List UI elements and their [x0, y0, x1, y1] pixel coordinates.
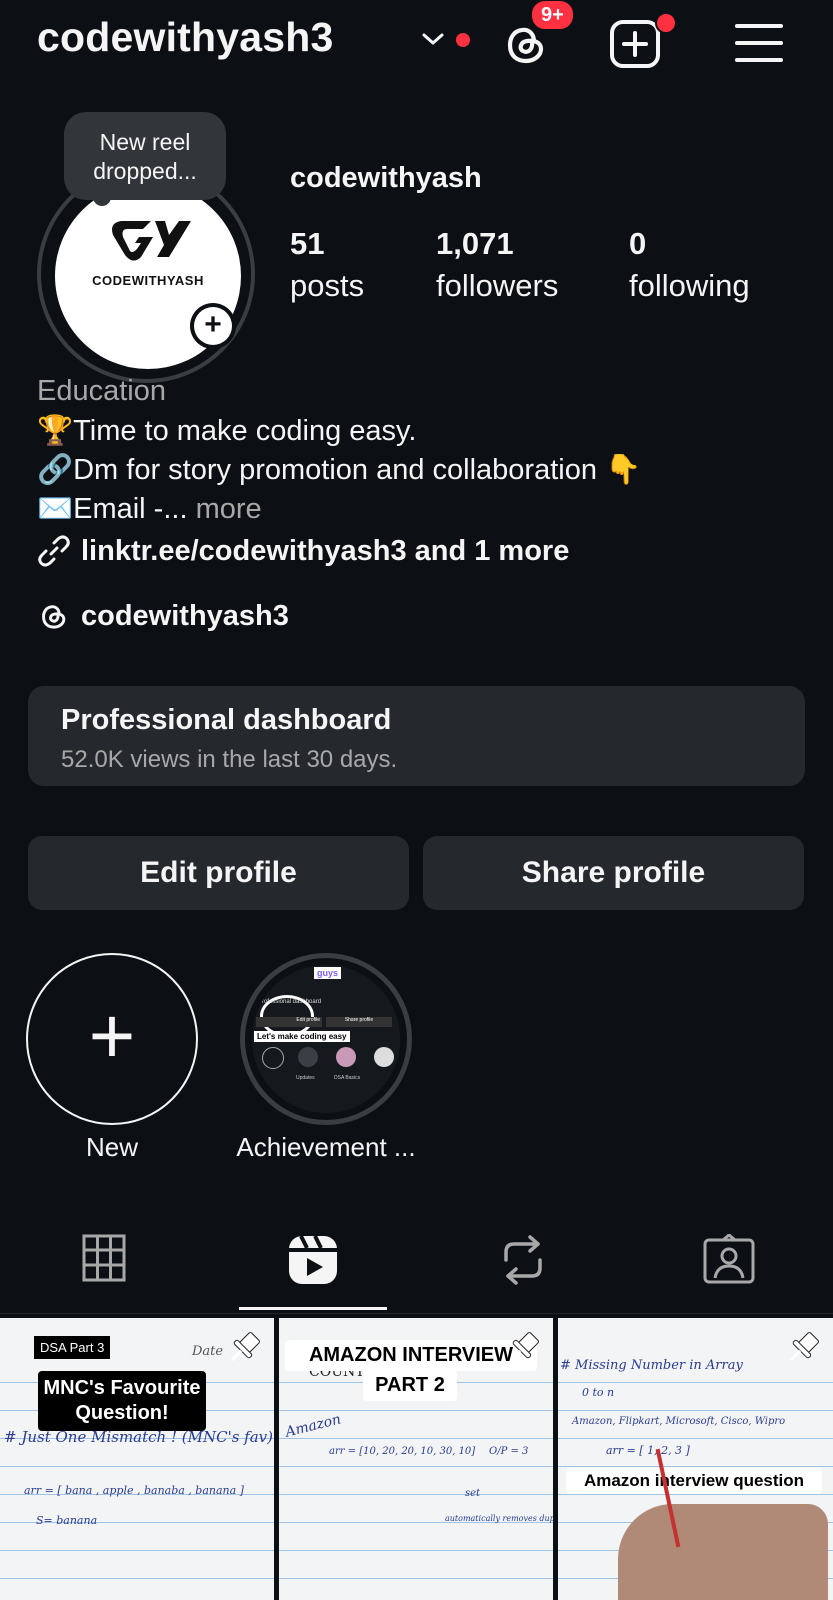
- profile-name: codewithyash: [290, 162, 482, 194]
- bio-line-3: ✉️Email -... more: [37, 490, 262, 528]
- stat-posts-value: 51: [290, 226, 325, 261]
- tile-3-line3: arr = [ 1, 2, 3 ]: [606, 1444, 690, 1457]
- stat-following[interactable]: 0 following: [629, 226, 750, 304]
- tile-2-line1: arr = [10, 20, 20, 10, 30, 10]: [329, 1446, 476, 1457]
- add-story-button[interactable]: +: [190, 303, 236, 349]
- share-profile-button[interactable]: Share profile: [423, 836, 804, 910]
- new-highlight-button[interactable]: +: [26, 953, 198, 1125]
- tile-1-caption: MNC's Favourite Question!: [38, 1371, 206, 1431]
- reels-tab-icon[interactable]: [287, 1234, 339, 1286]
- tile-2-caption-1: AMAZON INTERVIEW: [285, 1340, 537, 1371]
- highlight-tag: guys: [314, 967, 342, 979]
- bio-link[interactable]: linktr.ee/codewithyash3 and 1 more: [37, 534, 569, 568]
- highlight-tag-2: DSA Basics: [334, 1075, 361, 1081]
- bio-line-3-text: ✉️Email -...: [37, 493, 188, 525]
- tile-2-line4: automatically removes duplicates: [445, 1514, 553, 1523]
- highlight-small-circle-3: [336, 1047, 356, 1067]
- tile-3-caption: Amazon interview question: [566, 1468, 822, 1494]
- highlight-small-circle-2: [298, 1047, 318, 1067]
- highlight-small-circle-4: [374, 1047, 394, 1067]
- edit-profile-button[interactable]: Edit profile: [28, 836, 409, 910]
- avatar-brand-text: CODEWITHYASH: [92, 273, 204, 288]
- tab-divider: [0, 1313, 833, 1314]
- brand-logo-icon: [112, 221, 191, 261]
- profile-category: Education: [37, 375, 166, 407]
- link-icon: [38, 535, 70, 567]
- professional-dashboard-card[interactable]: Professional dashboard 52.0K views in th…: [28, 686, 805, 786]
- pinned-icon: [230, 1332, 260, 1362]
- tile-1-date: Date: [192, 1344, 224, 1359]
- threads-small-icon: [42, 605, 66, 629]
- reel-tile-3[interactable]: # Missing Number in Array 0 to n Amazon,…: [558, 1318, 833, 1600]
- highlight-btn2: Share profile: [326, 1017, 392, 1027]
- highlight-label-achievement: Achievement ...: [236, 1132, 416, 1162]
- threads-handle-link[interactable]: codewithyash3: [37, 599, 289, 633]
- pinned-icon: [789, 1332, 819, 1362]
- menu-icon[interactable]: [734, 22, 784, 64]
- notification-badge: 9+: [529, 0, 576, 32]
- plus-icon: +: [194, 307, 232, 345]
- highlight-line1: Let's make coding easy: [254, 1031, 350, 1042]
- tile-3-heading: # Missing Number in Array: [560, 1358, 743, 1373]
- highlight-small-circle-1: [262, 1047, 284, 1069]
- reposts-tab-icon[interactable]: [500, 1234, 546, 1286]
- note-bubble-tail: [93, 188, 111, 206]
- grid-tab-icon[interactable]: [82, 1234, 126, 1282]
- active-tab-indicator: [239, 1307, 387, 1310]
- stat-followers-label: followers: [436, 268, 559, 303]
- plus-icon: +: [88, 991, 136, 1080]
- tile-3-hand-photo: [618, 1504, 828, 1600]
- highlight-btn1: Edit profile: [256, 1017, 322, 1027]
- create-notification-dot: [655, 12, 677, 34]
- tile-3-line2: Amazon, Flipkart, Microsoft, Cisco, Wipr…: [572, 1416, 786, 1427]
- stat-following-label: following: [629, 268, 750, 303]
- stat-posts-label: posts: [290, 268, 365, 303]
- tile-1-tag: DSA Part 3: [34, 1336, 111, 1359]
- stat-following-value: 0: [629, 226, 647, 261]
- account-notification-dot: [456, 33, 470, 47]
- reel-tile-2[interactable]: COUNT D IENT AMAZON INTERVIEW PART 2 Ama…: [279, 1318, 553, 1600]
- stat-posts[interactable]: 51 posts: [290, 226, 364, 304]
- chevron-down-icon[interactable]: [420, 30, 446, 48]
- dashboard-title: Professional dashboard: [61, 704, 392, 736]
- reel-tile-1[interactable]: DSA Part 3 Date MNC's Favourite Question…: [0, 1318, 274, 1600]
- dashboard-subtitle: 52.0K views in the last 30 days.: [61, 746, 398, 773]
- bio-line-2: 🔗Dm for story promotion and collaboratio…: [37, 454, 642, 486]
- highlight-tag-1: Updates: [296, 1075, 315, 1081]
- account-username-title[interactable]: codewithyash3: [37, 14, 334, 61]
- tile-1-heading: # Just One Mismatch ! (MNC's fav): [4, 1428, 274, 1446]
- stat-followers[interactable]: 1,071 followers: [436, 226, 558, 304]
- bio-more-link[interactable]: more: [188, 493, 262, 525]
- tile-2-caption-2: PART 2: [363, 1370, 457, 1401]
- tile-1-line1: arr = [ bana , apple , banaba , banana ]: [24, 1484, 244, 1497]
- note-bubble[interactable]: New reel dropped...: [64, 112, 226, 200]
- bio-line-1: 🏆Time to make coding easy.: [37, 415, 417, 447]
- highlight-thumbnail: guys Professional dashboard Edit profile…: [252, 965, 400, 1113]
- threads-handle-text: codewithyash3: [81, 599, 289, 632]
- tile-2-line2: O/P = 3: [489, 1446, 529, 1457]
- tile-3-line1: 0 to n: [582, 1386, 615, 1399]
- highlight-dash-label: Professional dashboard: [258, 999, 322, 1005]
- stat-followers-value: 1,071: [436, 226, 514, 261]
- tile-1-line2: S= banana: [36, 1514, 98, 1527]
- tile-2-line3: set: [465, 1488, 481, 1499]
- bio-link-text: linktr.ee/codewithyash3 and 1 more: [81, 534, 570, 567]
- tagged-tab-icon[interactable]: [703, 1234, 755, 1284]
- highlight-label-new: New: [85, 1132, 138, 1162]
- pinned-icon: [509, 1332, 539, 1362]
- tile-2-brand: Amazon: [283, 1411, 343, 1441]
